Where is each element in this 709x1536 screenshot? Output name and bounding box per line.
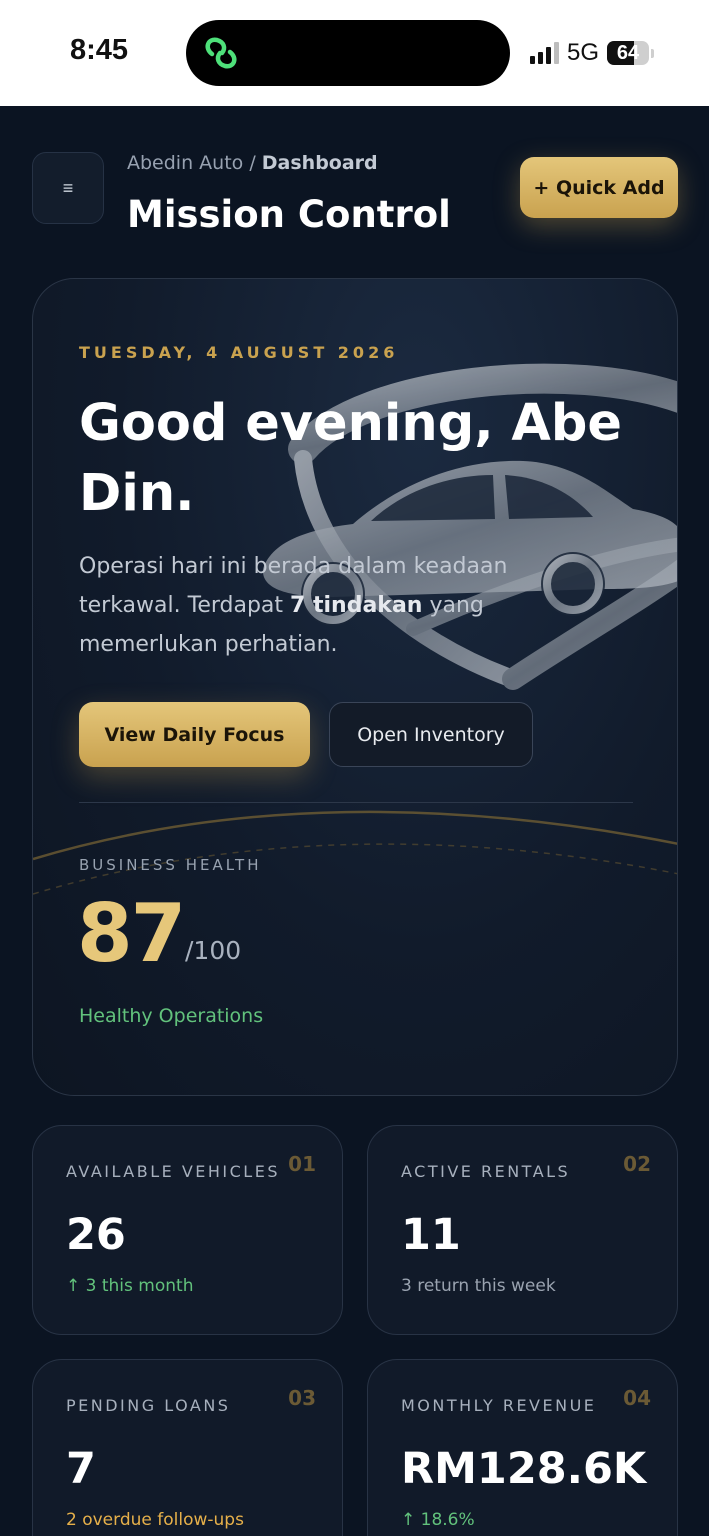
breadcrumb: Abedin Auto / Dashboard xyxy=(127,152,378,174)
stat-label: AVAILABLE VEHICLES xyxy=(66,1162,280,1181)
stat-label: PENDING LOANS xyxy=(66,1396,231,1415)
page-title: Mission Control xyxy=(127,193,451,236)
stat-index: 03 xyxy=(288,1386,316,1410)
hero-greeting: Good evening, Abe Din. xyxy=(79,394,622,523)
view-daily-focus-button[interactable]: View Daily Focus xyxy=(79,702,310,767)
stat-card-available-vehicles[interactable]: AVAILABLE VEHICLES 01 26 ↑ 3 this month xyxy=(32,1125,343,1335)
network-type: 5G xyxy=(567,39,600,66)
hero-divider xyxy=(79,802,633,803)
hero-subtitle-highlight: 7 tindakan xyxy=(290,593,423,618)
stat-value: 7 xyxy=(66,1444,96,1494)
status-bar: 8:45 5G 64 xyxy=(0,0,709,106)
stat-note: 2 overdue follow-ups xyxy=(66,1510,244,1530)
stat-index: 02 xyxy=(623,1152,651,1176)
business-health-score: 87 xyxy=(77,887,186,980)
stat-card-monthly-revenue[interactable]: MONTHLY REVENUE 04 RM128.6K ↑ 18.6% xyxy=(367,1359,678,1536)
stat-note: ↑ 3 this month xyxy=(66,1276,194,1296)
hero-subtitle: Operasi hari ini berada dalam keadaan te… xyxy=(79,547,579,664)
stat-index: 01 xyxy=(288,1152,316,1176)
hero-date: TUESDAY, 4 AUGUST 2026 xyxy=(79,343,399,362)
signal-icon xyxy=(530,42,559,64)
breadcrumb-separator: / xyxy=(243,152,262,174)
business-health-label: BUSINESS HEALTH xyxy=(79,856,262,874)
stat-value: RM128.6K xyxy=(401,1444,647,1494)
breadcrumb-current: Dashboard xyxy=(261,152,378,174)
stat-card-pending-loans[interactable]: PENDING LOANS 03 7 2 overdue follow-ups xyxy=(32,1359,343,1536)
stat-card-active-rentals[interactable]: ACTIVE RENTALS 02 11 3 return this week xyxy=(367,1125,678,1335)
stat-value: 26 xyxy=(66,1210,126,1260)
battery-tip xyxy=(651,48,655,58)
open-inventory-button[interactable]: Open Inventory xyxy=(329,702,533,767)
dynamic-island xyxy=(186,20,510,86)
battery-level: 64 xyxy=(616,41,640,64)
link-activity-icon xyxy=(205,37,237,69)
stat-note: ↑ 18.6% xyxy=(401,1510,475,1530)
status-indicators: 5G 64 xyxy=(530,38,655,68)
quick-add-button[interactable]: + Quick Add xyxy=(520,157,678,218)
stat-label: MONTHLY REVENUE xyxy=(401,1396,597,1415)
hamburger-icon: ≡ xyxy=(62,177,74,198)
stat-index: 04 xyxy=(623,1386,651,1410)
status-time: 8:45 xyxy=(70,34,129,66)
menu-button[interactable]: ≡ xyxy=(32,152,104,224)
business-health-max: /100 xyxy=(185,936,242,965)
stat-value: 11 xyxy=(401,1210,461,1260)
battery-icon: 64 xyxy=(607,41,650,65)
hero-card: TUESDAY, 4 AUGUST 2026 Good evening, Abe… xyxy=(32,278,678,1096)
breadcrumb-root[interactable]: Abedin Auto xyxy=(127,152,243,174)
business-health-status: Healthy Operations xyxy=(79,1005,264,1027)
stat-label: ACTIVE RENTALS xyxy=(401,1162,571,1181)
stat-note: 3 return this week xyxy=(401,1276,556,1296)
